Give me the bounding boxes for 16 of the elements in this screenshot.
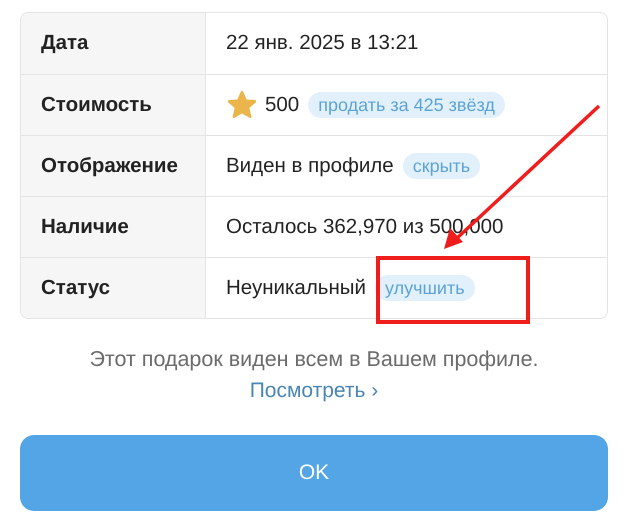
action-button[interactable]: продать за 425 звёзд: [308, 92, 505, 118]
row-value: Виден в профиле: [226, 152, 394, 179]
row-value: Неуникальный: [226, 274, 366, 301]
row-label: Статус: [21, 258, 206, 318]
row-label: Стоимость: [21, 75, 206, 135]
view-link[interactable]: Посмотреть ›: [250, 379, 378, 402]
action-button[interactable]: скрыть: [402, 153, 480, 179]
star-icon: [226, 89, 258, 121]
row-label: Дата: [21, 13, 206, 74]
note-text: Этот подарок виден всем в Вашем профиле.: [88, 346, 540, 373]
price-value: 500: [265, 92, 300, 118]
ok-button[interactable]: OK: [20, 434, 608, 511]
row-value: 22 янв. 2025 в 13:21: [226, 30, 418, 56]
action-button[interactable]: улучшить: [374, 275, 475, 301]
row-label: Отображение: [21, 136, 206, 196]
row-label: Наличие: [21, 197, 206, 257]
